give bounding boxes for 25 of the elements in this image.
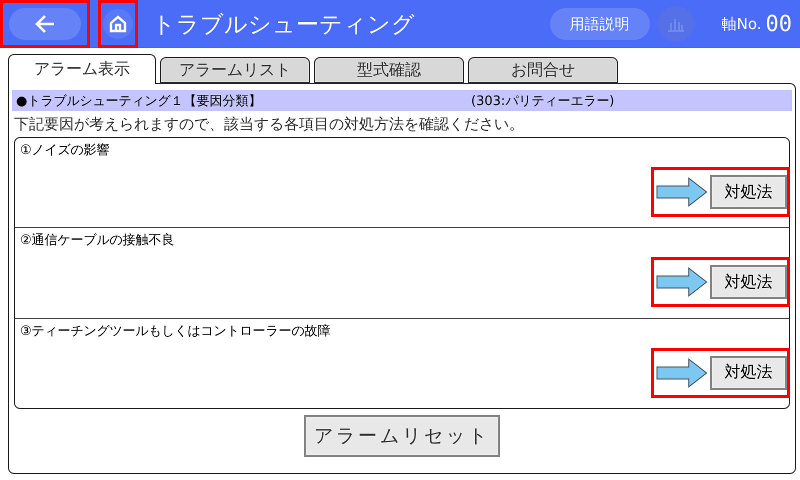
arrow-icon	[656, 177, 708, 207]
cause-label: ③ティーチングツールもしくはコントローラーの故障	[20, 322, 332, 340]
cause-label: ②通信ケーブルの接触不良	[20, 232, 176, 250]
back-button[interactable]	[9, 8, 81, 40]
bar-chart-icon	[666, 16, 685, 32]
tab[interactable]: 型式確認	[314, 57, 464, 83]
axis-number: 00	[766, 12, 792, 36]
instruction-text: 下記要因が考えられますので、該当する各項目の対処方法を確認ください。	[13, 114, 525, 135]
cause-label: ①ノイズの影響	[20, 142, 111, 159]
heading-title: ●トラブルシューティング１【要因分類】	[16, 92, 262, 110]
alarm-code: (303:パリティーエラー)	[471, 92, 614, 110]
axis-label: 軸No.	[722, 14, 762, 34]
arrow-icon	[656, 358, 708, 388]
remedy-button[interactable]: 対処法	[710, 265, 787, 300]
tab[interactable]: お問合せ	[468, 57, 618, 83]
home-icon	[108, 14, 128, 34]
tab[interactable]: アラーム表示	[8, 54, 156, 84]
alarm-reset-button[interactable]: アラームリセット	[304, 415, 500, 457]
remedy-button[interactable]: 対処法	[710, 356, 787, 390]
tab[interactable]: アラームリスト	[160, 57, 310, 83]
arrow-icon	[656, 267, 708, 298]
remedy-button[interactable]: 対処法	[710, 175, 787, 209]
back-arrow-icon	[34, 14, 56, 34]
home-button[interactable]	[103, 9, 133, 39]
screen-title: トラブルシューティング	[152, 10, 416, 40]
